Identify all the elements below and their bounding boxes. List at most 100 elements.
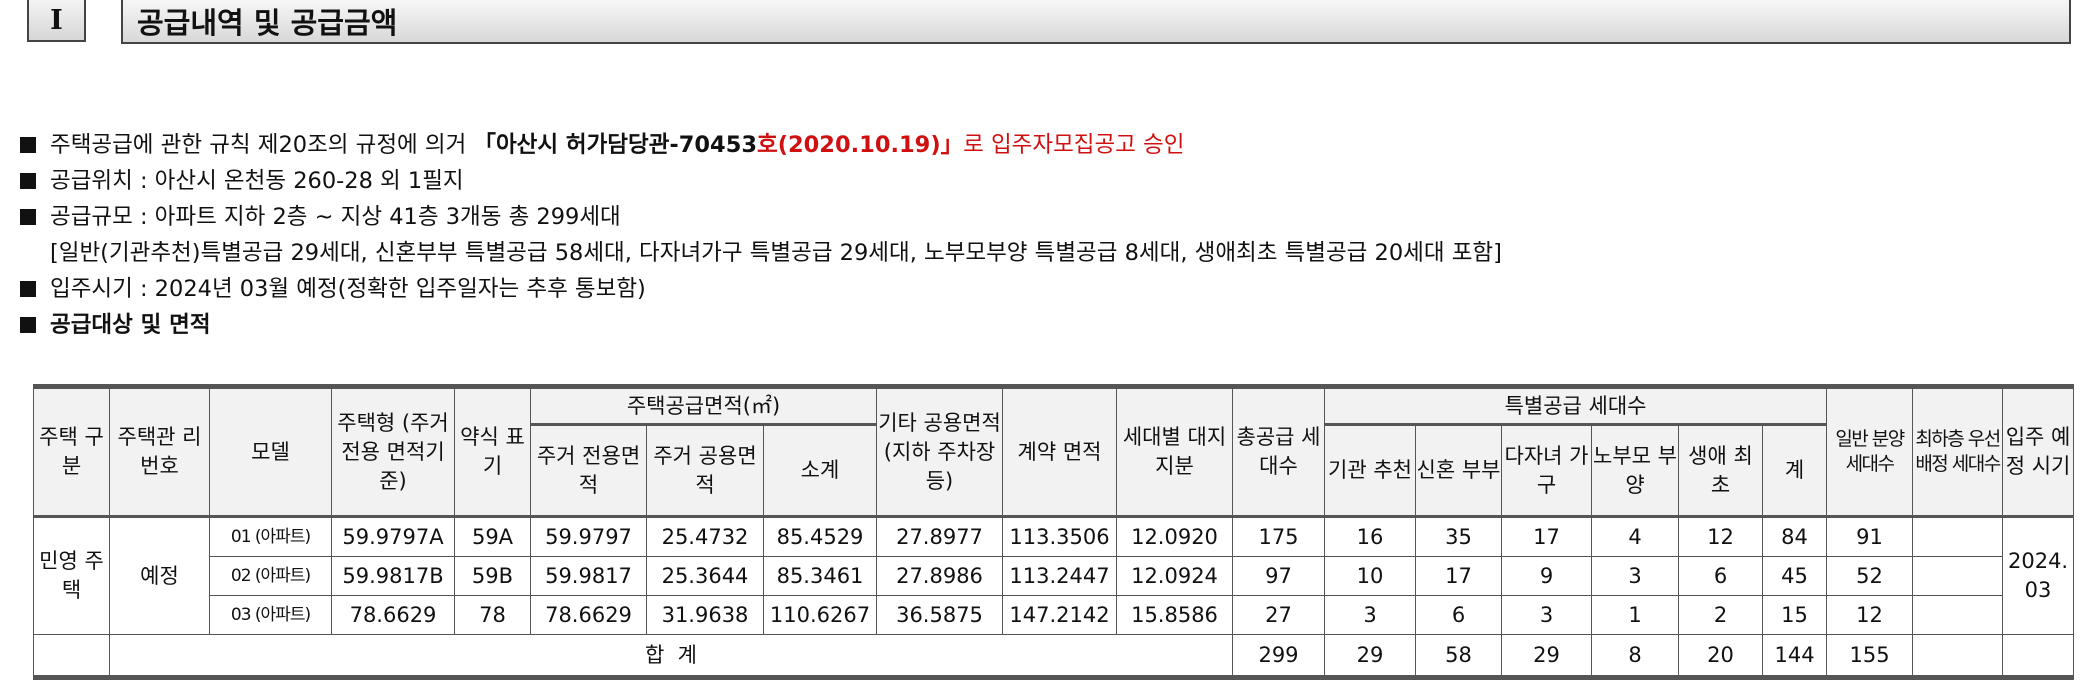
cell-sub: 110.6267 bbox=[763, 595, 877, 635]
header-total-units: 총공급 세대수 bbox=[1232, 384, 1325, 518]
cell-model: 01 (아파트) bbox=[209, 516, 332, 557]
cell-common: 25.3644 bbox=[646, 556, 764, 596]
header-resid-common: 주거 공용면적 bbox=[646, 424, 764, 518]
total-lowest bbox=[1912, 634, 2004, 680]
cell-abbr: 78 bbox=[454, 595, 531, 635]
header-land-share: 세대별 대지지분 bbox=[1116, 384, 1233, 518]
header-newlywed: 신혼 부부 bbox=[1415, 424, 1502, 518]
total-first: 20 bbox=[1678, 634, 1763, 680]
cell-newly: 35 bbox=[1415, 516, 1502, 557]
cell-type: 78.6629 bbox=[331, 595, 455, 635]
table-row: 민영 주택 예정 01 (아파트) 59.9797A 59A 59.9797 2… bbox=[33, 516, 2075, 635]
cell-sum: 45 bbox=[1761, 556, 1828, 596]
cell-type: 59.9797A bbox=[331, 516, 455, 557]
cell-elder: 1 bbox=[1591, 595, 1679, 635]
cell-first: 6 bbox=[1678, 556, 1763, 596]
cell-first: 2 bbox=[1678, 595, 1763, 635]
cell-land: 12.0920 bbox=[1116, 516, 1233, 557]
cell-sub: 85.3461 bbox=[763, 556, 877, 596]
header-other-common: 기타 공용면적 (지하 주차장등) bbox=[876, 384, 1003, 518]
header-multi-child: 다자녀 가구 bbox=[1501, 424, 1592, 518]
bullet-scale-detail: [일반(기관추천)특별공급 29세대, 신혼부부 특별공급 58세대, 다자녀가… bbox=[50, 240, 1502, 266]
cell-inst: 16 bbox=[1324, 516, 1416, 557]
header-first-life: 생애 최초 bbox=[1678, 424, 1763, 518]
supply-table: 주택 구분 주택관 리번호 모델 주택형 (주거전용 면적기준) 약식 표기 주… bbox=[33, 384, 2075, 680]
bullet-subject: 공급대상 및 면적 bbox=[20, 307, 1502, 343]
table-row: 03 (아파트) 78.6629 78 78.6629 31.9638 110.… bbox=[34, 595, 2074, 635]
cell-abbr: 59B bbox=[454, 556, 531, 596]
bullet-move-in: 입주시기 : 2024년 03월 예정(정확한 입주일자는 추후 통보함) bbox=[20, 271, 1502, 307]
approval-date: 호(2020.10.19)」 bbox=[757, 132, 964, 158]
square-bullet-icon bbox=[20, 317, 36, 333]
cell-newly: 17 bbox=[1415, 556, 1502, 596]
total-move-in bbox=[2002, 634, 2075, 680]
cell-contract: 113.2447 bbox=[1002, 556, 1117, 596]
cell-total: 27 bbox=[1232, 595, 1325, 635]
header-contract-area: 계약 면적 bbox=[1002, 384, 1117, 518]
move-in-value: 2024. 03 bbox=[2002, 516, 2075, 635]
table-row: 02 (아파트) 59.9817B 59B 59.9817 25.3644 85… bbox=[34, 556, 2074, 596]
total-row: 합 계 299 29 58 29 8 20 144 155 bbox=[33, 634, 2075, 680]
cell-general: 52 bbox=[1826, 556, 1914, 596]
cell-priv: 59.9817 bbox=[530, 556, 647, 596]
cell-general: 12 bbox=[1826, 595, 1914, 635]
group-label: 민영 주택 bbox=[33, 516, 110, 635]
total-general: 155 bbox=[1826, 634, 1914, 680]
cell-contract: 147.2142 bbox=[1002, 595, 1117, 635]
cell-multi: 3 bbox=[1501, 595, 1592, 635]
cell-model: 03 (아파트) bbox=[209, 595, 332, 635]
total-label: 합 계 bbox=[109, 634, 1233, 680]
cell-multi: 17 bbox=[1501, 516, 1592, 557]
header-house-style: 주택형 (주거전용 면적기준) bbox=[331, 384, 455, 518]
cell-total: 97 bbox=[1232, 556, 1325, 596]
cell-lowest bbox=[1912, 556, 2004, 596]
header-lowest-floor: 최하층 우선배정 세대수 bbox=[1912, 384, 2004, 518]
cell-common: 25.4732 bbox=[646, 516, 764, 557]
total-multi: 29 bbox=[1501, 634, 1592, 680]
header-special: 특별공급 세대수 bbox=[1323, 384, 1828, 426]
cell-contract: 113.3506 bbox=[1002, 516, 1117, 557]
square-bullet-icon bbox=[20, 173, 36, 189]
bullet-approval: 주택공급에 관한 규칙 제20조의 규정에 의거 「아산시 허가담당관-7045… bbox=[20, 127, 1502, 163]
cell-priv: 78.6629 bbox=[530, 595, 647, 635]
header-resid-private: 주거 전용면적 bbox=[530, 424, 647, 518]
bullet-scale: 공급규모 : 아파트 지하 2층 ~ 지상 41층 3개동 총 299세대 bbox=[20, 199, 1502, 235]
cell-sub: 85.4529 bbox=[763, 516, 877, 557]
cell-land: 12.0924 bbox=[1116, 556, 1233, 596]
section-number: I bbox=[27, 0, 86, 42]
cell-other: 36.5875 bbox=[876, 595, 1003, 635]
header-sum: 계 bbox=[1761, 424, 1828, 518]
cell-sum: 15 bbox=[1761, 595, 1828, 635]
total-elder: 8 bbox=[1591, 634, 1679, 680]
cell-first: 12 bbox=[1678, 516, 1763, 557]
header-elder: 노부모 부양 bbox=[1591, 424, 1679, 518]
header-move-in: 입주 예정 시기 bbox=[2002, 384, 2075, 518]
cell-newly: 6 bbox=[1415, 595, 1502, 635]
header-house-type: 주택 구분 bbox=[33, 384, 110, 518]
header-manage-no: 주택관 리번호 bbox=[109, 384, 210, 518]
header-general: 일반 분양 세대수 bbox=[1826, 384, 1914, 518]
header-supply-area: 주택공급면적(㎡) bbox=[530, 384, 877, 426]
cell-multi: 9 bbox=[1501, 556, 1592, 596]
cell-general: 91 bbox=[1826, 516, 1914, 557]
cell-other: 27.8977 bbox=[876, 516, 1003, 557]
square-bullet-icon bbox=[20, 209, 36, 225]
square-bullet-icon bbox=[20, 281, 36, 297]
cell-other: 27.8986 bbox=[876, 556, 1003, 596]
header-abbr: 약식 표기 bbox=[454, 384, 531, 518]
total-total: 299 bbox=[1232, 634, 1325, 680]
square-bullet-icon bbox=[20, 137, 36, 153]
cell-lowest bbox=[1912, 516, 2004, 557]
header-model: 모델 bbox=[209, 384, 332, 518]
cell-model: 02 (아파트) bbox=[209, 556, 332, 596]
cell-type: 59.9817B bbox=[331, 556, 455, 596]
cell-elder: 4 bbox=[1591, 516, 1679, 557]
cell-land: 15.8586 bbox=[1116, 595, 1233, 635]
header-subtotal: 소계 bbox=[763, 424, 877, 518]
header-row-1: 주택 구분 주택관 리번호 모델 주택형 (주거전용 면적기준) 약식 표기 주… bbox=[33, 384, 2075, 518]
total-inst: 29 bbox=[1324, 634, 1416, 680]
header-inst: 기관 추천 bbox=[1324, 424, 1416, 518]
cell-abbr: 59A bbox=[454, 516, 531, 557]
cell-priv: 59.9797 bbox=[530, 516, 647, 557]
cell-elder: 3 bbox=[1591, 556, 1679, 596]
